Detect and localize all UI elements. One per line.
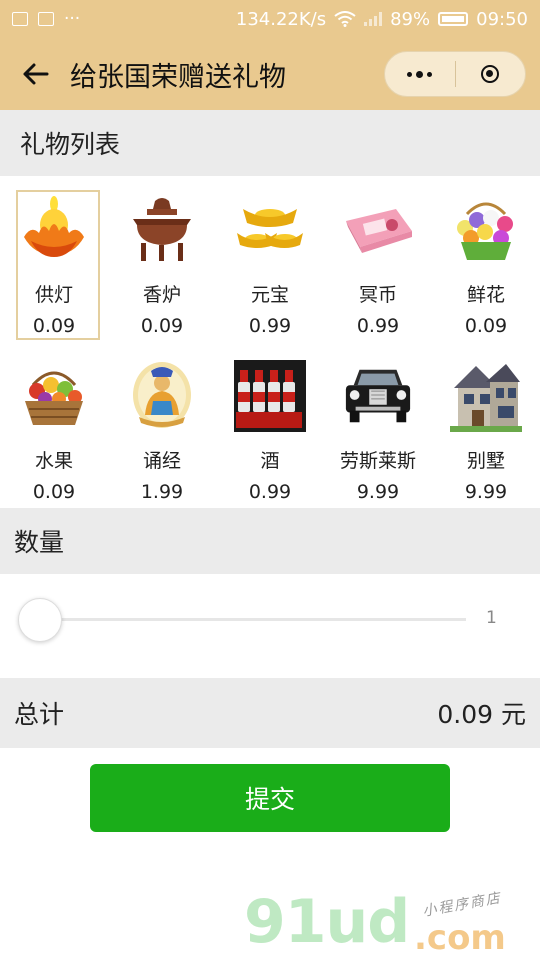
- battery-icon: [438, 12, 469, 26]
- quantity-header: 数量: [0, 508, 540, 574]
- status-left: ···: [12, 9, 80, 29]
- slider-thumb[interactable]: [18, 598, 62, 642]
- status-bar: ··· 134.22K/s 89% 09:50: [0, 0, 540, 38]
- gold-ingot-icon: [234, 194, 306, 266]
- capsule-menu: [384, 51, 526, 97]
- gift-name: 诵经: [142, 450, 181, 472]
- gift-item-lamp[interactable]: 供灯 0.09: [0, 188, 108, 354]
- gift-name: 水果: [34, 450, 73, 472]
- gift-price: 0.99: [248, 315, 292, 337]
- gift-item-liquor[interactable]: 酒 0.99: [216, 354, 324, 504]
- watermark-tagline: 小程序商店: [421, 890, 503, 920]
- gift-price: 9.99: [356, 481, 400, 503]
- paper-money-icon: [342, 194, 414, 266]
- image-icon: [12, 12, 28, 26]
- slider-value: 1: [486, 608, 497, 628]
- back-button[interactable]: [0, 38, 70, 110]
- slider-track[interactable]: [40, 618, 466, 621]
- gift-item-censer[interactable]: 香炉 0.09: [108, 188, 216, 354]
- total-value: 0.09 元: [437, 700, 526, 729]
- gift-item-ingot[interactable]: 元宝 0.99: [216, 188, 324, 354]
- gift-item-fruit[interactable]: 水果 0.09: [0, 354, 108, 504]
- more-dot-icon: [416, 70, 424, 78]
- car-icon: [342, 360, 414, 432]
- page-title: 给张国荣赠送礼物: [70, 61, 286, 93]
- gift-item-paper-money[interactable]: 冥币 0.99: [324, 188, 432, 354]
- censer-icon: [126, 194, 198, 266]
- gift-price: 0.09: [464, 315, 508, 337]
- more-notifications: ···: [64, 9, 81, 29]
- submit-button[interactable]: 提交: [90, 764, 450, 832]
- network-speed: 134.22K/s: [235, 8, 327, 30]
- total-label: 总计: [14, 700, 65, 729]
- battery-percent: 89%: [390, 8, 431, 30]
- album-icon: [38, 12, 54, 26]
- gift-name: 冥币: [358, 284, 397, 306]
- more-dot-icon: [407, 71, 413, 77]
- gift-item-flowers[interactable]: 鲜花 0.09: [432, 188, 540, 354]
- gift-price: 0.99: [248, 481, 292, 503]
- gift-name: 劳斯莱斯: [339, 450, 416, 472]
- villa-icon: [450, 360, 522, 432]
- gift-price: 1.99: [140, 481, 184, 503]
- fruit-basket-icon: [18, 360, 90, 432]
- watermark-main: 91ud: [244, 887, 410, 957]
- gift-name: 鲜花: [466, 284, 505, 306]
- more-dot-icon: [427, 71, 433, 77]
- gift-name: 供灯: [34, 284, 73, 306]
- gift-name: 香炉: [142, 284, 181, 306]
- status-right: 134.22K/s 89% 09:50: [236, 9, 528, 30]
- gift-grid: 供灯 0.09 香炉 0.09 元宝 0.99 冥币 0.99 鲜花 0.09 …: [0, 176, 540, 508]
- back-arrow-icon: [23, 63, 49, 85]
- watermark-logo: 91ud .com 小程序商店: [244, 890, 540, 960]
- more-menu-button[interactable]: [385, 70, 455, 78]
- gift-name: 别墅: [466, 450, 505, 472]
- gift-price: 9.99: [464, 481, 508, 503]
- gift-price: 0.09: [32, 315, 76, 337]
- target-close-icon: [481, 65, 500, 83]
- gift-item-rolls-royce[interactable]: 劳斯莱斯 9.99: [324, 354, 432, 504]
- watermark-domain: .com: [414, 918, 506, 958]
- quantity-slider[interactable]: 1: [0, 574, 540, 678]
- quantity-title: 数量: [14, 528, 65, 557]
- wifi-icon: [334, 11, 356, 27]
- close-miniprogram-button[interactable]: [456, 65, 526, 83]
- total-bar: 总计 0.09 元: [0, 678, 540, 748]
- nav-bar: 给张国荣赠送礼物: [0, 38, 540, 110]
- gift-list-header: 礼物列表: [0, 110, 540, 176]
- gift-name: 元宝: [250, 284, 289, 306]
- buddha-icon: [126, 360, 198, 432]
- gift-price: 0.09: [32, 481, 76, 503]
- flower-basket-icon: [450, 194, 522, 266]
- gift-price: 0.09: [140, 315, 184, 337]
- status-time: 09:50: [476, 8, 528, 30]
- liquor-bottles-icon: [234, 360, 306, 432]
- lamp-icon: [18, 194, 90, 266]
- gift-item-villa[interactable]: 别墅 9.99: [432, 354, 540, 504]
- gift-item-chanting[interactable]: 诵经 1.99: [108, 354, 216, 504]
- gift-list-title: 礼物列表: [20, 130, 121, 159]
- signal-icon: [364, 12, 383, 26]
- gift-name: 酒: [260, 450, 280, 472]
- gift-price: 0.99: [356, 315, 400, 337]
